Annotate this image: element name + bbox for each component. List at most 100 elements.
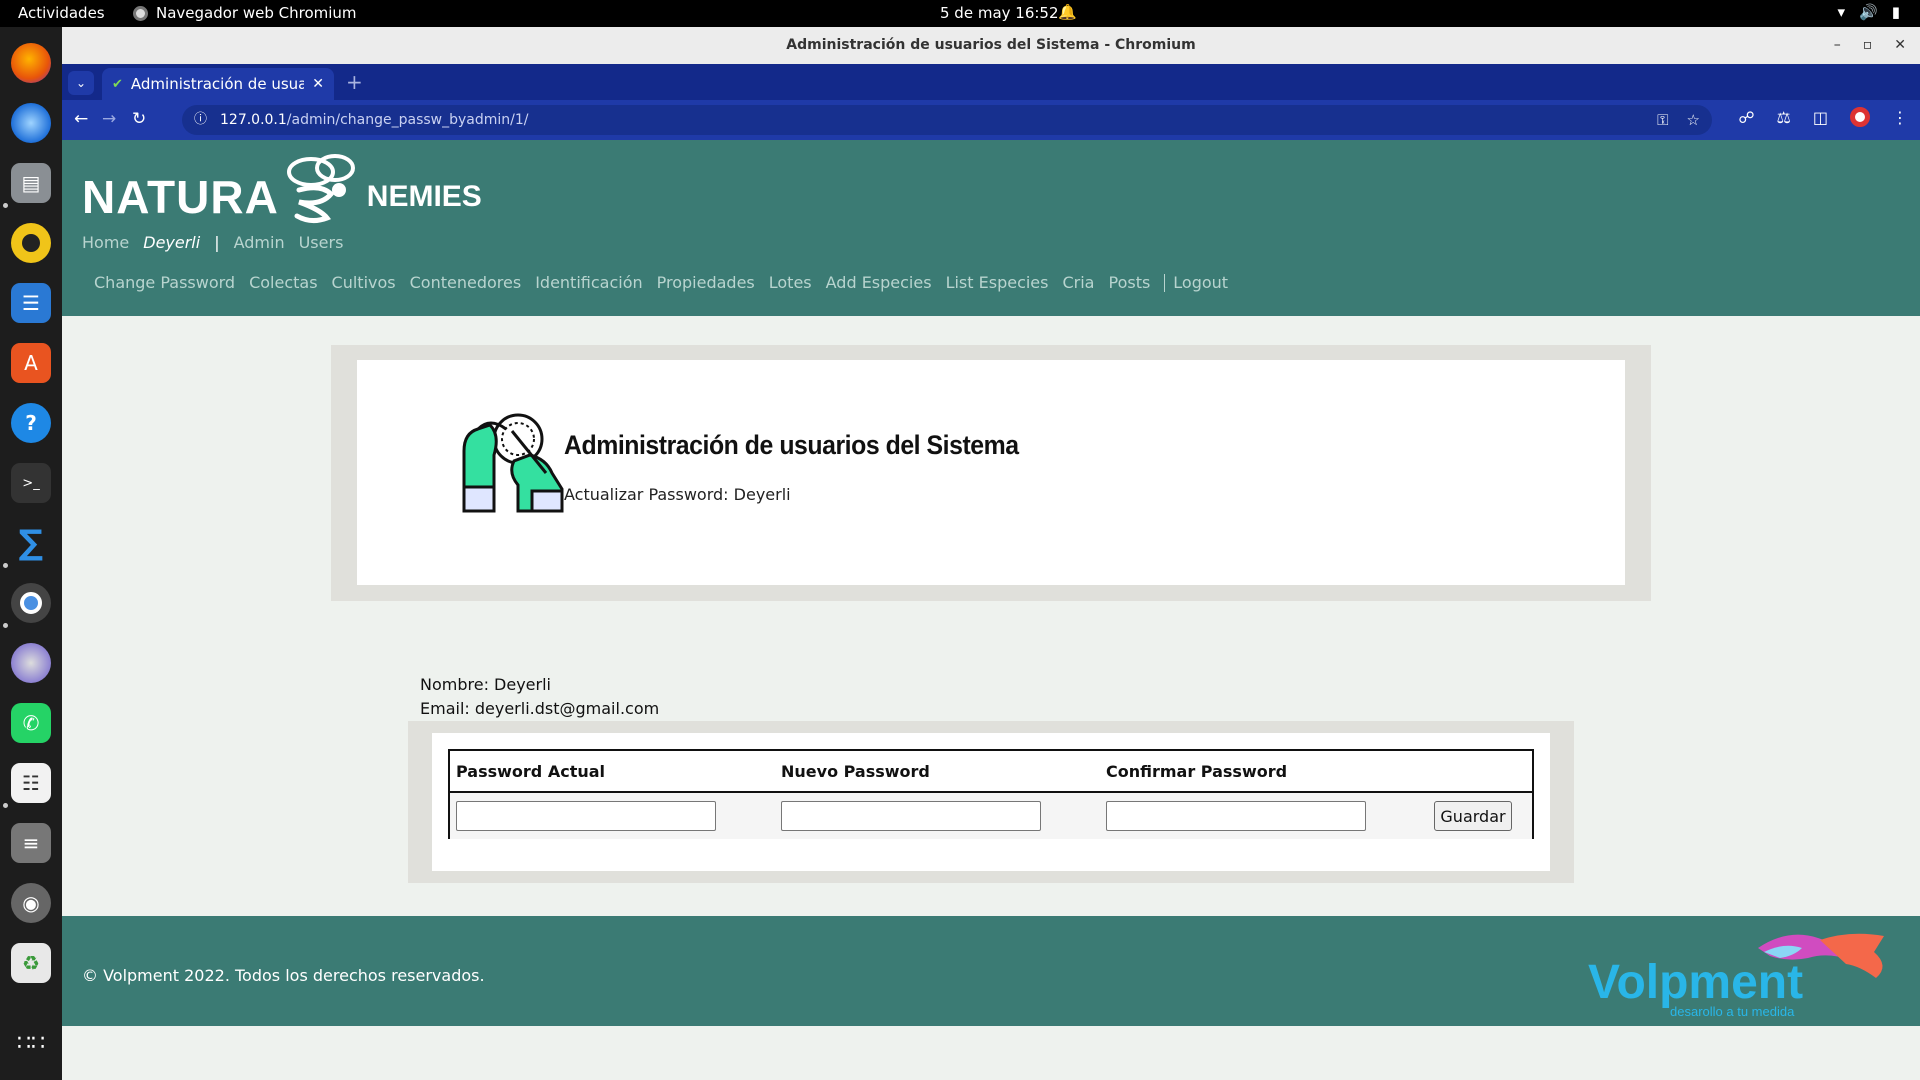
subnav-cultivos[interactable]: Cultivos — [332, 273, 396, 292]
col-current-password: Password Actual — [456, 762, 606, 781]
chromium-icon — [133, 5, 148, 21]
activities-button[interactable]: Actividades — [18, 4, 105, 22]
writer-icon[interactable]: ☰ — [11, 283, 51, 323]
rhythmbox-icon[interactable] — [11, 223, 51, 263]
save-button[interactable]: Guardar — [1434, 801, 1512, 831]
thunderbird-icon[interactable] — [11, 103, 51, 143]
system-tray[interactable]: ▾ 🔊 ▮ — [1838, 3, 1900, 21]
main-nav: Home Deyerli | Admin Users — [82, 233, 343, 252]
current-password-input[interactable] — [456, 801, 716, 831]
nav-separator: | — [214, 233, 220, 252]
subnav-divider — [1164, 273, 1166, 292]
text-editor-icon[interactable]: ≡ — [11, 823, 51, 863]
subnav-posts[interactable]: Posts — [1108, 273, 1150, 292]
clock[interactable]: 5 de may 16:52 — [940, 4, 1059, 22]
site-info-icon[interactable]: ⓘ — [194, 105, 207, 135]
nav-admin[interactable]: Admin — [234, 233, 285, 252]
maximize-icon[interactable]: ▫ — [1863, 27, 1873, 64]
user-info: Nombre: Deyerli Email: deyerli.dst@gmail… — [420, 673, 659, 721]
nav-home[interactable]: Home — [82, 233, 129, 252]
password-form-card: Password Actual Nuevo Password Confirmar… — [432, 733, 1550, 871]
page-subtitle: Actualizar Password: Deyerli — [564, 485, 791, 504]
new-password-input[interactable] — [781, 801, 1041, 831]
password-key-icon[interactable]: ⚿ — [1657, 105, 1668, 135]
change-password-form: Password Actual Nuevo Password Confirmar… — [448, 749, 1534, 839]
footer-copyright: © Volpment 2022. Todos los derechos rese… — [82, 966, 485, 985]
bookmark-star-icon[interactable]: ☆ — [1687, 105, 1700, 135]
firefox-icon[interactable] — [11, 43, 51, 83]
trash-icon[interactable]: ♻ — [11, 943, 51, 983]
running-indicator — [3, 203, 8, 208]
back-icon[interactable]: ← — [74, 109, 88, 129]
subnav-add-especies[interactable]: Add Especies — [826, 273, 932, 292]
subnav-propiedades[interactable]: Propiedades — [657, 273, 755, 292]
gloved-hands-icon — [462, 413, 564, 513]
help-icon[interactable]: ? — [11, 403, 51, 443]
subnav-change-password[interactable]: Change Password — [94, 273, 235, 292]
software-center-icon[interactable]: A — [11, 343, 51, 383]
address-bar[interactable]: ⓘ 127.0.0.1/admin/change_passw_byadmin/1… — [182, 105, 1712, 135]
whatsapp-icon[interactable]: ✆ — [11, 703, 51, 743]
close-icon[interactable]: ✕ — [1894, 27, 1906, 64]
subnav-identificacion[interactable]: Identificación — [535, 273, 642, 292]
site-logo[interactable]: Natura nemies — [82, 150, 482, 224]
browser-tab[interactable]: ✔ Administración de usuari ✕ — [102, 68, 334, 100]
window-titlebar[interactable]: Administración de usuarios del Sistema -… — [62, 27, 1920, 64]
logo-text-natura: Natura — [82, 171, 279, 223]
running-indicator — [3, 563, 8, 568]
url-path: /admin/change_passw_byadmin/1/ — [286, 112, 529, 128]
subnav-logout[interactable]: Logout — [1173, 273, 1228, 292]
extensions-icon[interactable]: ☍ — [1738, 108, 1754, 127]
browser-window: Administración de usuarios del Sistema -… — [62, 27, 1920, 1080]
tab-strip: ⌄ ✔ Administración de usuari ✕ + — [62, 64, 1920, 100]
window-controls: – ▫ ✕ — [1834, 27, 1906, 64]
vscode-icon[interactable]: ∑ — [11, 523, 51, 563]
files-icon[interactable]: ▤ — [11, 163, 51, 203]
running-indicator — [3, 623, 8, 628]
address-bar-actions: ⚿ ☆ — [1657, 105, 1700, 135]
footer-brand: Volpment — [1588, 956, 1803, 1009]
minimize-icon[interactable]: – — [1834, 27, 1841, 64]
nav-users[interactable]: Users — [299, 233, 344, 252]
profile-avatar[interactable] — [1850, 107, 1870, 127]
chromium-dock-icon[interactable] — [11, 583, 51, 623]
new-tab-icon[interactable]: + — [346, 70, 363, 94]
app-menu[interactable]: Navegador web Chromium — [133, 4, 357, 22]
disks-icon[interactable]: ◉ — [11, 883, 51, 923]
tab-close-icon[interactable]: ✕ — [312, 76, 324, 92]
window-title: Administración de usuarios del Sistema -… — [786, 37, 1196, 53]
wifi-icon: ▾ — [1837, 3, 1846, 21]
system-top-bar: Actividades Navegador web Chromium 5 de … — [0, 0, 1920, 27]
subnav-cria[interactable]: Cria — [1062, 273, 1094, 292]
running-indicator — [3, 803, 8, 808]
terminal-icon[interactable]: >_ — [11, 463, 51, 503]
nav-current-user[interactable]: Deyerli — [143, 233, 200, 252]
password-form-panel: Password Actual Nuevo Password Confirmar… — [408, 721, 1574, 883]
forward-icon[interactable]: → — [102, 109, 116, 129]
app-menu-label: Navegador web Chromium — [156, 4, 357, 22]
battery-icon: ▮ — [1891, 3, 1900, 21]
tab-search-icon[interactable]: ⌄ — [68, 71, 94, 95]
reload-icon[interactable]: ↻ — [132, 109, 146, 129]
page-title: Administración de usuarios del Sistema — [564, 430, 1019, 460]
labs-flask-icon[interactable]: ⚖ — [1777, 108, 1791, 127]
eagle-app-icon[interactable] — [11, 643, 51, 683]
document-viewer-icon[interactable]: ☷ — [11, 763, 51, 803]
subnav-list-especies[interactable]: List Especies — [946, 273, 1049, 292]
hero-panel: Administración de usuarios del Sistema A… — [331, 345, 1651, 601]
volpment-logo[interactable]: Volpment desarollo a tu medida — [1588, 926, 1898, 1021]
hero-card: Administración de usuarios del Sistema A… — [357, 360, 1625, 585]
user-name: Nombre: Deyerli — [420, 675, 551, 694]
url-host: 127.0.0.1 — [220, 112, 287, 128]
form-header-row: Password Actual Nuevo Password Confirmar… — [450, 751, 1532, 793]
confirm-password-input[interactable] — [1106, 801, 1366, 831]
menu-kebab-icon[interactable]: ⋮ — [1892, 108, 1908, 127]
tab-title: Administración de usuari — [130, 75, 305, 93]
subnav-lotes[interactable]: Lotes — [769, 273, 812, 292]
subnav-colectas[interactable]: Colectas — [249, 273, 317, 292]
show-apps-icon[interactable]: ∷∷ — [11, 1023, 51, 1063]
side-panel-icon[interactable]: ◫ — [1813, 108, 1828, 127]
logo-insect-icon — [286, 154, 355, 224]
subnav-contenedores[interactable]: Contenedores — [410, 273, 522, 292]
user-email: Email: deyerli.dst@gmail.com — [420, 699, 660, 718]
